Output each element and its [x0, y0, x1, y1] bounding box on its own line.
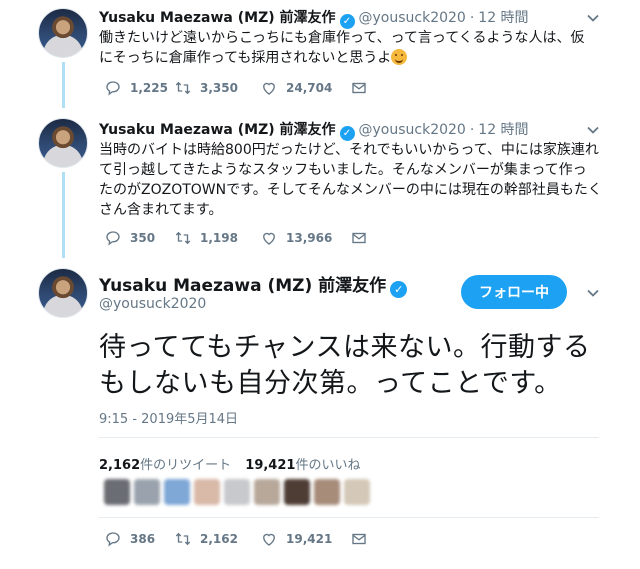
- thread-tweet-2[interactable]: Yusaku Maezawa (MZ) 前澤友作 ✓ @yousuck2020 · 12…: [0, 110, 640, 260]
- main-tweet: Yusaku Maezawa (MZ) 前澤友作 ✓ @yousuck2020 フ…: [0, 260, 640, 569]
- reply-icon: [106, 231, 120, 246]
- display-name[interactable]: Yusaku Maezawa (MZ) 前澤友作: [99, 122, 336, 138]
- heart-icon: [263, 533, 275, 546]
- direct-message-button[interactable]: [350, 229, 368, 247]
- liker-avatar[interactable]: [344, 479, 370, 505]
- liker-avatar[interactable]: [254, 479, 280, 505]
- retweet-total: 2,162: [99, 458, 141, 473]
- tweet-text: 当時のバイトは時給800円だったけど、それでもいいからって、中には家族連れ て引…: [99, 140, 624, 220]
- liker-avatar[interactable]: [194, 479, 220, 505]
- divider: [99, 517, 599, 518]
- chevron-down-icon[interactable]: [586, 10, 600, 24]
- retweet-count: 3,350: [200, 81, 238, 95]
- tweet-text-line: たのがZOZOTOWNです。そしてそんなメンバーの中には現在の幹部社員もたく: [99, 182, 602, 198]
- reply-button[interactable]: 386: [104, 530, 174, 548]
- tweet-text-line: て引っ越してきたようなスタッフもいました。そんなメンバーが集まって作っ: [99, 162, 587, 178]
- main-tweet-text: 待っててもチャンスは来ない。行動する もしないも自分次第。ってことです。: [99, 330, 629, 402]
- verified-badge-icon: ✓: [390, 281, 408, 298]
- like-count: 19,421: [286, 532, 333, 546]
- like-total: 19,421: [245, 458, 296, 473]
- like-count: 24,704: [286, 81, 333, 95]
- hugging-face-emoji-icon: [391, 49, 408, 65]
- handle[interactable]: @yousuck2020: [99, 296, 206, 312]
- verified-badge-icon: ✓: [339, 126, 355, 141]
- liker-avatar[interactable]: [164, 479, 190, 505]
- retweets-stat[interactable]: 2,162件のリツイート: [99, 458, 231, 473]
- liker-avatar[interactable]: [314, 479, 340, 505]
- tweet-header: Yusaku Maezawa (MZ) 前澤友作 ✓ @yousuck2020 · 12…: [99, 119, 529, 141]
- liker-avatar[interactable]: [134, 479, 160, 505]
- reply-button[interactable]: 1,225: [104, 79, 174, 97]
- reply-count: 350: [130, 231, 156, 245]
- retweet-count: 2,162: [200, 532, 238, 546]
- engagement-stats: 2,162件のリツイート 19,421件のいいね: [99, 454, 360, 473]
- handle[interactable]: @yousuck2020: [359, 10, 466, 26]
- tweet-actions: 350 1,198 13,966: [104, 229, 368, 247]
- tweet-text-line: にそっちに倉庫作っても採用されないと思うよ: [99, 50, 392, 66]
- reply-button[interactable]: 350: [104, 229, 174, 247]
- verified-badge-icon: ✓: [339, 14, 355, 29]
- main-tweet-text-line: 待っててもチャンスは来ない。行動する: [99, 332, 591, 363]
- following-button[interactable]: フォロー中: [461, 275, 567, 309]
- liker-avatar[interactable]: [104, 479, 130, 505]
- thread-tweet-1[interactable]: Yusaku Maezawa (MZ) 前澤友作 ✓ @yousuck2020 · 12…: [0, 0, 640, 110]
- like-stat-label: 件のいいね: [295, 458, 361, 473]
- retweet-button[interactable]: 2,162: [174, 530, 260, 548]
- divider: [99, 437, 599, 438]
- likes-stat[interactable]: 19,421件のいいね: [245, 458, 360, 473]
- envelope-icon: [352, 232, 366, 244]
- retweet-button[interactable]: 1,198: [174, 229, 260, 247]
- retweet-icon: [175, 532, 191, 546]
- reply-count: 386: [130, 532, 156, 546]
- main-display-name-row: Yusaku Maezawa (MZ) 前澤友作 ✓: [99, 271, 408, 298]
- heart-icon: [263, 82, 275, 95]
- tweet-text-line: さん含まれてます。: [99, 202, 223, 218]
- tweet-time[interactable]: 12 時間: [478, 122, 528, 138]
- envelope-icon: [352, 533, 366, 545]
- tweet-actions: 386 2,162 19,421: [104, 530, 368, 548]
- thread-line: [62, 172, 65, 258]
- chevron-down-icon[interactable]: [586, 285, 600, 299]
- envelope-icon: [352, 82, 366, 94]
- heart-icon: [263, 232, 275, 245]
- reply-icon: [106, 532, 120, 547]
- handle[interactable]: @yousuck2020: [359, 122, 466, 138]
- chevron-down-icon[interactable]: [586, 122, 600, 136]
- direct-message-button[interactable]: [350, 530, 368, 548]
- separator-dot: ·: [469, 10, 475, 26]
- like-button[interactable]: 19,421: [260, 530, 350, 548]
- liker-avatar[interactable]: [224, 479, 250, 505]
- thread-line: [62, 62, 65, 108]
- tweet-text: 働きたいけど遠いからこっちにも倉庫作って、って言ってくるような人は、仮 にそっち…: [99, 28, 619, 68]
- tweet-time[interactable]: 12 時間: [478, 10, 528, 26]
- tweet-timestamp[interactable]: 9:15 - 2019年5月14日: [99, 408, 238, 427]
- tweet-text-line: 当時のバイトは時給800円だったけど、それでもいいからって、中には家族連れ: [99, 142, 599, 158]
- retweet-count: 1,198: [200, 231, 238, 245]
- like-button[interactable]: 13,966: [260, 229, 350, 247]
- liker-avatar[interactable]: [284, 479, 310, 505]
- retweet-button[interactable]: 3,350: [174, 79, 260, 97]
- like-button[interactable]: 24,704: [260, 79, 350, 97]
- avatar[interactable]: [38, 8, 88, 58]
- retweet-icon: [175, 231, 191, 245]
- avatar[interactable]: [38, 268, 88, 318]
- display-name[interactable]: Yusaku Maezawa (MZ) 前澤友作: [99, 276, 386, 296]
- display-name[interactable]: Yusaku Maezawa (MZ) 前澤友作: [99, 10, 336, 26]
- main-tweet-text-line: もしないも自分次第。ってことです。: [99, 368, 562, 399]
- tweet-header: Yusaku Maezawa (MZ) 前澤友作 ✓ @yousuck2020 · 12…: [99, 7, 529, 29]
- reply-icon: [106, 81, 120, 96]
- avatar[interactable]: [38, 118, 88, 168]
- like-count: 13,966: [286, 231, 333, 245]
- retweet-icon: [175, 81, 191, 95]
- tweet-actions: 1,225 3,350 24,704: [104, 79, 368, 97]
- direct-message-button[interactable]: [350, 79, 368, 97]
- retweet-stat-label: 件のリツイート: [140, 458, 232, 473]
- separator-dot: ·: [469, 122, 475, 138]
- tweet-text-line: 働きたいけど遠いからこっちにも倉庫作って、って言ってくるような人は、仮: [99, 30, 585, 46]
- reply-count: 1,225: [130, 81, 168, 95]
- liker-avatars: [104, 479, 374, 505]
